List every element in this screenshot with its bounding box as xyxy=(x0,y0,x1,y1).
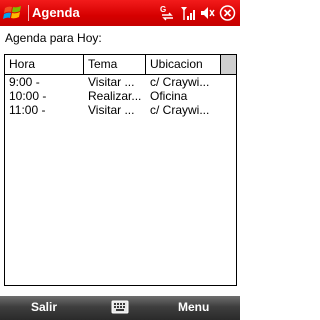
signal-icon[interactable] xyxy=(179,4,196,22)
header-filler xyxy=(221,55,236,74)
status-tray: G xyxy=(159,2,236,24)
agenda-table[interactable]: Hora Tema Ubicacion 9:00 - Visitar ... c… xyxy=(4,54,237,286)
windows-start-icon[interactable] xyxy=(2,3,24,23)
svg-text:G: G xyxy=(160,5,166,14)
cell-hora: 11:00 - xyxy=(9,103,46,117)
table-row[interactable]: 11:00 - Visitar ... c/ Craywi... xyxy=(5,103,236,117)
cell-tema: Realizar... xyxy=(88,89,142,103)
cell-hora: 10:00 - xyxy=(9,89,47,103)
title-bar: Agenda G xyxy=(0,0,240,26)
keyboard-icon[interactable] xyxy=(111,299,129,316)
table-row[interactable]: 10:00 - Realizar... Oficina xyxy=(5,89,236,103)
cell-tema: Visitar ... xyxy=(88,75,135,89)
column-header-hora[interactable]: Hora xyxy=(5,55,84,74)
cell-hora: 9:00 - xyxy=(9,75,40,89)
volume-icon[interactable] xyxy=(199,4,216,22)
column-header-tema[interactable]: Tema xyxy=(84,55,146,74)
column-header-ubicacion[interactable]: Ubicacion xyxy=(146,55,221,74)
softkey-salir[interactable]: Salir xyxy=(31,300,57,314)
window-title: Agenda xyxy=(28,5,80,21)
table-row[interactable]: 9:00 - Visitar ... c/ Craywi... xyxy=(5,75,236,89)
cell-ubicacion: c/ Craywi... xyxy=(150,75,210,89)
cell-tema: Visitar ... xyxy=(88,103,135,117)
cell-ubicacion: Oficina xyxy=(150,89,188,103)
connectivity-icon[interactable]: G xyxy=(159,4,176,22)
softkey-bar: Salir Menu xyxy=(0,296,240,320)
agenda-heading: Agenda para Hoy: xyxy=(5,31,102,45)
table-header: Hora Tema Ubicacion xyxy=(5,55,236,75)
cell-ubicacion: c/ Craywi... xyxy=(150,103,210,117)
close-icon[interactable] xyxy=(219,4,236,22)
softkey-menu[interactable]: Menu xyxy=(178,300,209,314)
